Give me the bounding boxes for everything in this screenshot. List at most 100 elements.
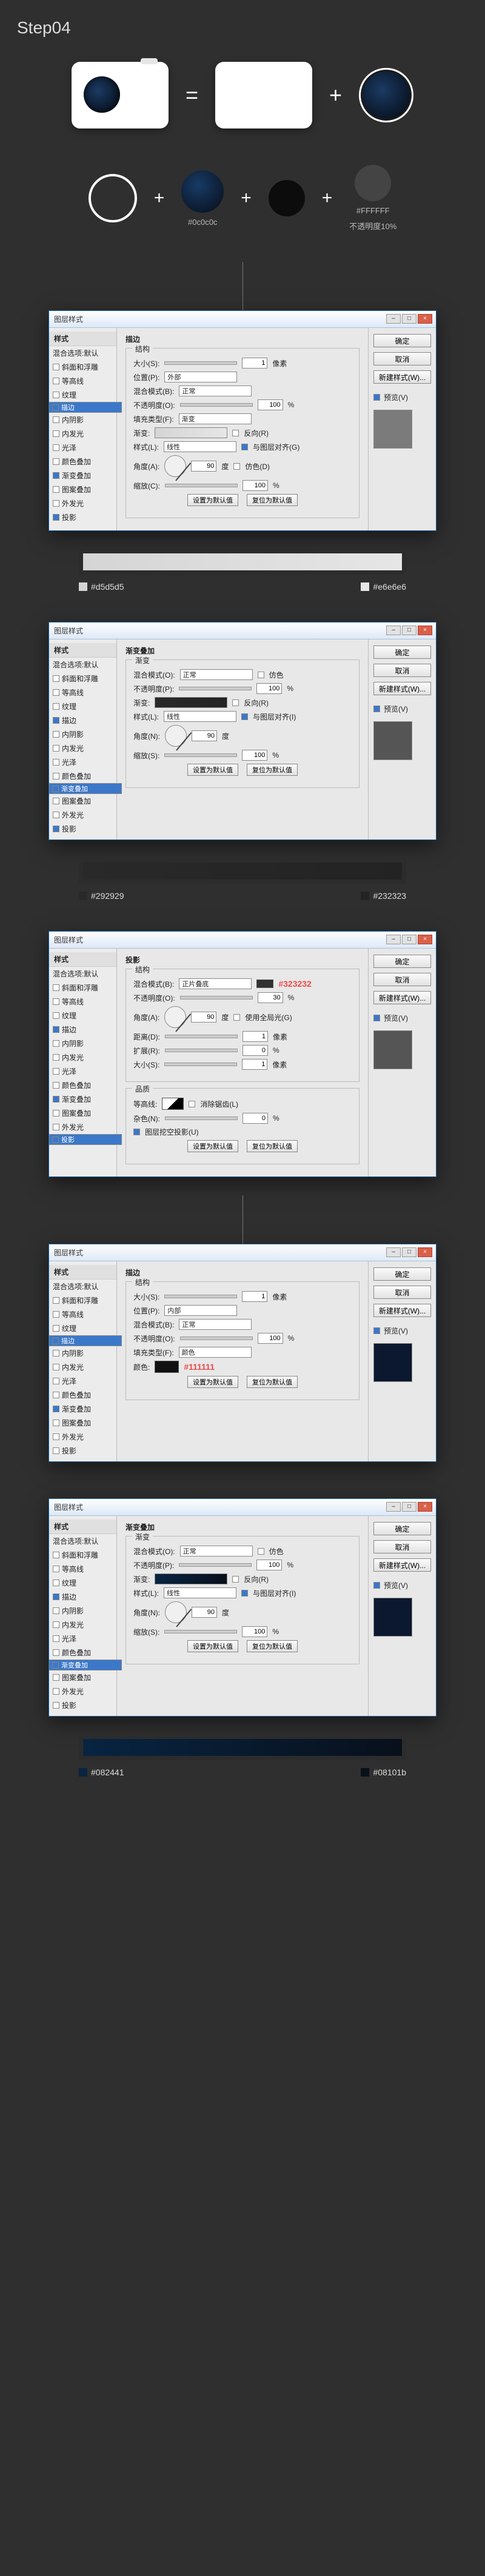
opacity-slider[interactable] (180, 1336, 253, 1340)
opt-contour[interactable]: 等高线 (49, 1562, 116, 1576)
reset-default-button[interactable]: 复位为默认值 (247, 494, 298, 506)
opt-stroke[interactable]: 描边 (49, 1590, 116, 1604)
filltype-select[interactable]: 颜色 (179, 1347, 252, 1358)
scale-slider[interactable] (165, 484, 238, 487)
preview-checkbox[interactable] (373, 394, 380, 401)
opacity-slider[interactable] (179, 687, 252, 690)
global-light-checkbox[interactable] (233, 1014, 240, 1021)
opt-texture[interactable]: 纹理 (49, 1576, 116, 1590)
reset-default-button[interactable]: 复位为默认值 (247, 1640, 298, 1652)
opt-inner-shadow[interactable]: 内阴影 (49, 1036, 116, 1050)
opt-pattern-overlay[interactable]: 图案叠加 (49, 482, 116, 496)
opt-texture[interactable]: 纹理 (49, 699, 116, 713)
angle-input[interactable] (191, 461, 216, 472)
opt-bevel[interactable]: 斜面和浮雕 (49, 360, 116, 374)
opt-gradient-overlay[interactable]: 渐变叠加 (49, 1660, 122, 1670)
opt-drop-shadow[interactable]: 投影 (49, 510, 116, 524)
opt-satin[interactable]: 光泽 (49, 1632, 116, 1646)
min-icon[interactable]: – (386, 314, 401, 324)
cancel-button[interactable]: 取消 (373, 1286, 431, 1299)
preview-checkbox[interactable] (373, 706, 380, 712)
opt-satin[interactable]: 光泽 (49, 755, 116, 769)
opt-bevel[interactable]: 斜面和浮雕 (49, 981, 116, 995)
preview-checkbox[interactable] (373, 1582, 380, 1589)
opt-drop-shadow[interactable]: 投影 (49, 1444, 116, 1458)
dialog-titlebar[interactable]: 图层样式 –□× (49, 1499, 436, 1516)
opt-pattern-overlay[interactable]: 图案叠加 (49, 1416, 116, 1430)
align-checkbox[interactable] (241, 1590, 248, 1597)
opt-inner-glow[interactable]: 内发光 (49, 1050, 116, 1064)
opt-inner-glow[interactable]: 内发光 (49, 741, 116, 755)
opt-inner-glow[interactable]: 内发光 (49, 1360, 116, 1374)
ok-button[interactable]: 确定 (373, 955, 431, 968)
opt-outer-glow[interactable]: 外发光 (49, 496, 116, 510)
max-icon[interactable]: □ (402, 1247, 416, 1257)
new-style-button[interactable]: 新建样式(W)... (373, 1304, 431, 1317)
opt-inner-shadow[interactable]: 内阴影 (49, 413, 116, 427)
aa-checkbox[interactable] (189, 1101, 195, 1107)
scale-slider[interactable] (164, 753, 237, 757)
opt-stroke[interactable]: 描边 (49, 1023, 116, 1036)
cancel-button[interactable]: 取消 (373, 664, 431, 677)
close-icon[interactable]: × (418, 1502, 432, 1512)
scale-slider[interactable] (164, 1630, 237, 1633)
cancel-button[interactable]: 取消 (373, 973, 431, 986)
opt-blend-default[interactable]: 混合选项:默认 (49, 967, 116, 981)
size-slider[interactable] (164, 361, 237, 365)
size-slider[interactable] (164, 1295, 237, 1298)
opt-outer-glow[interactable]: 外发光 (49, 1120, 116, 1134)
set-default-button[interactable]: 设置为默认值 (187, 1140, 238, 1152)
angle-input[interactable] (192, 730, 217, 741)
close-icon[interactable]: × (418, 935, 432, 944)
angle-knob[interactable] (165, 1601, 187, 1623)
opt-texture[interactable]: 纹理 (49, 1009, 116, 1023)
opacity-slider[interactable] (180, 996, 253, 999)
opt-inner-shadow[interactable]: 内阴影 (49, 1604, 116, 1618)
new-style-button[interactable]: 新建样式(W)... (373, 1558, 431, 1572)
opt-texture[interactable]: 纹理 (49, 388, 116, 402)
set-default-button[interactable]: 设置为默认值 (187, 1376, 238, 1388)
preview-checkbox[interactable] (373, 1327, 380, 1334)
size-input[interactable] (242, 1059, 267, 1070)
opacity-input[interactable] (258, 1333, 283, 1344)
spread-slider[interactable] (165, 1049, 238, 1052)
blend-select[interactable]: 正片叠底 (179, 978, 252, 989)
new-style-button[interactable]: 新建样式(W)... (373, 370, 431, 384)
cancel-button[interactable]: 取消 (373, 352, 431, 365)
opt-pattern-overlay[interactable]: 图案叠加 (49, 1106, 116, 1120)
style-select[interactable]: 线性 (164, 711, 236, 722)
opt-bevel[interactable]: 斜面和浮雕 (49, 1548, 116, 1562)
close-icon[interactable]: × (418, 314, 432, 324)
ok-button[interactable]: 确定 (373, 646, 431, 659)
set-default-button[interactable]: 设置为默认值 (187, 1640, 238, 1652)
opt-gradient-overlay[interactable]: 渐变叠加 (49, 1092, 116, 1106)
color-swatch[interactable] (256, 979, 273, 988)
ok-button[interactable]: 确定 (373, 1522, 431, 1535)
opt-contour[interactable]: 等高线 (49, 995, 116, 1009)
opt-drop-shadow[interactable]: 投影 (49, 822, 116, 836)
opt-bevel[interactable]: 斜面和浮雕 (49, 1293, 116, 1307)
knockout-checkbox[interactable] (133, 1129, 140, 1135)
opt-contour[interactable]: 等高线 (49, 374, 116, 388)
opt-color-overlay[interactable]: 颜色叠加 (49, 1388, 116, 1402)
close-icon[interactable]: × (418, 626, 432, 635)
distance-slider[interactable] (165, 1035, 238, 1038)
distance-input[interactable] (242, 1031, 268, 1042)
opt-pattern-overlay[interactable]: 图案叠加 (49, 794, 116, 808)
opt-gradient-overlay[interactable]: 渐变叠加 (49, 1402, 116, 1416)
opt-outer-glow[interactable]: 外发光 (49, 1684, 116, 1698)
opt-inner-shadow[interactable]: 内阴影 (49, 727, 116, 741)
dialog-titlebar[interactable]: 图层样式 –□× (49, 932, 436, 949)
opt-contour[interactable]: 等高线 (49, 1307, 116, 1321)
opacity-input[interactable] (258, 992, 283, 1003)
dither-checkbox[interactable] (233, 463, 240, 470)
opt-bevel[interactable]: 斜面和浮雕 (49, 672, 116, 686)
opt-gradient-overlay[interactable]: 渐变叠加 (49, 783, 122, 794)
opt-satin[interactable]: 光泽 (49, 1064, 116, 1078)
close-icon[interactable]: × (418, 1247, 432, 1257)
opt-gradient-overlay[interactable]: 渐变叠加 (49, 469, 116, 482)
contour-picker[interactable] (162, 1098, 184, 1110)
align-checkbox[interactable] (241, 713, 248, 720)
opt-stroke[interactable]: 描边 (49, 713, 116, 727)
opt-blend-default[interactable]: 混合选项:默认 (49, 346, 116, 360)
